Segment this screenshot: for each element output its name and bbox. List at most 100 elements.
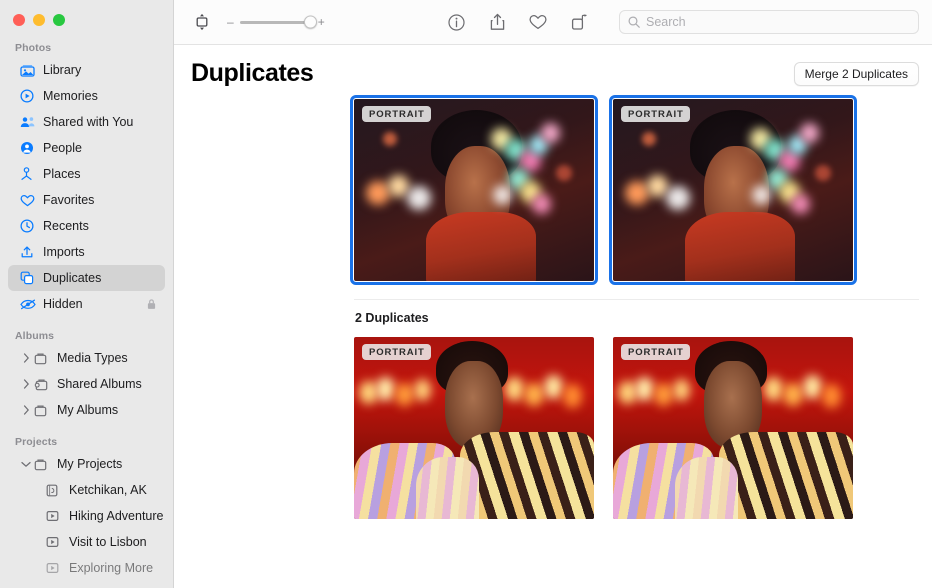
photo-art-woman-bokeh: [354, 99, 594, 281]
favorite-heart-icon[interactable]: [526, 10, 550, 34]
folder-icon: [34, 352, 53, 365]
photo-thumbnail[interactable]: PORTRAIT: [613, 337, 853, 519]
sidebar-item-ketchikan-ak[interactable]: Ketchikan, AK: [8, 477, 165, 503]
sidebar-item-imports[interactable]: Imports: [8, 239, 165, 265]
portrait-badge: PORTRAIT: [362, 106, 431, 122]
zoom-out-label[interactable]: –: [227, 16, 234, 28]
sidebar-item-label: Places: [43, 167, 81, 181]
photo-image: PORTRAIT: [354, 99, 594, 281]
duplicates-icon: [20, 271, 39, 285]
close-button[interactable]: [13, 14, 25, 26]
search-input[interactable]: [646, 15, 910, 29]
sidebar-item-places[interactable]: Places: [8, 161, 165, 187]
slideshow-icon: [46, 562, 65, 574]
sidebar-section-photos-title: Photos: [15, 42, 52, 54]
content-header: Duplicates Merge 2 Duplicates: [174, 45, 932, 88]
sidebar-item-label: Visit to Lisbon: [69, 535, 147, 549]
search-icon: [628, 16, 640, 28]
photo-image: PORTRAIT: [354, 337, 594, 519]
main-content: – + Search Duplicates Merge 2 Duplicates…: [174, 0, 932, 588]
sidebar-item-media-types[interactable]: Media Types: [8, 345, 165, 371]
view-options-icon[interactable]: [190, 10, 214, 34]
heart-icon: [20, 194, 39, 207]
sidebar-item-label: Shared with You: [43, 115, 134, 129]
rotate-icon[interactable]: [567, 10, 591, 34]
memories-icon: [20, 89, 39, 103]
photo-art-man-striped-sweater: [613, 337, 853, 519]
sidebar-item-exploring-more[interactable]: Exploring More: [8, 555, 165, 581]
photo-image: PORTRAIT: [613, 337, 853, 519]
sidebar-item-library[interactable]: Library: [8, 57, 165, 83]
sidebar-item-shared-albums[interactable]: Shared Albums: [8, 371, 165, 397]
sidebar-section-albums-title: Albums: [15, 330, 55, 342]
sidebar-item-hiking-adventure[interactable]: Hiking Adventure: [8, 503, 165, 529]
info-icon[interactable]: [444, 10, 468, 34]
portrait-badge: PORTRAIT: [621, 106, 690, 122]
zoom-slider[interactable]: – +: [227, 15, 325, 29]
photo-art-woman-bokeh: [613, 99, 853, 281]
sidebar-item-label: Library: [43, 63, 82, 77]
photo-thumbnail[interactable]: PORTRAIT: [350, 95, 598, 285]
duplicates-grid: PORTRAIT PORTRAIT 2 Duplicates PORTRAIT …: [174, 88, 932, 519]
zoom-slider-track[interactable]: [239, 15, 317, 29]
photo-thumbnail[interactable]: PORTRAIT: [354, 337, 594, 519]
sidebar-item-label: People: [43, 141, 82, 155]
sidebar-item-label: Duplicates: [43, 271, 102, 285]
chevron-right-icon[interactable]: [20, 397, 32, 423]
portrait-badge: PORTRAIT: [621, 344, 690, 360]
sidebar: Photos Library Memories Shared with You …: [0, 0, 174, 588]
toolbar: – +: [174, 0, 932, 45]
sidebar-item-duplicates[interactable]: Duplicates: [8, 265, 165, 291]
sidebar-item-favorites[interactable]: Favorites: [8, 187, 165, 213]
sidebar-item-visit-to-lisbon[interactable]: Visit to Lisbon: [8, 529, 165, 555]
chevron-right-icon[interactable]: [20, 345, 32, 371]
slideshow-icon: [46, 536, 65, 548]
zoom-slider-knob[interactable]: [303, 15, 317, 29]
sidebar-item-label: My Projects: [57, 457, 123, 471]
share-icon[interactable]: [485, 10, 509, 34]
library-icon: [20, 64, 39, 77]
search-field[interactable]: [619, 10, 919, 34]
portrait-badge: PORTRAIT: [362, 344, 431, 360]
zoom-in-label[interactable]: +: [318, 16, 325, 28]
shared-folder-icon: [34, 378, 53, 391]
clock-icon: [20, 219, 39, 233]
duplicate-group-row: PORTRAIT PORTRAIT: [174, 337, 932, 519]
sidebar-item-shared-with-you[interactable]: Shared with You: [8, 109, 165, 135]
shared-with-you-icon: [20, 116, 39, 128]
sidebar-item-memories[interactable]: Memories: [8, 83, 165, 109]
sidebar-item-my-projects[interactable]: My Projects: [8, 451, 165, 477]
sidebar-item-recents[interactable]: Recents: [8, 213, 165, 239]
people-icon: [20, 141, 39, 155]
duplicate-group-row: PORTRAIT PORTRAIT: [174, 95, 932, 285]
sidebar-item-label: Ketchikan, AK: [69, 483, 147, 497]
window-traffic-lights: [0, 0, 173, 36]
photos-window: Photos Library Memories Shared with You …: [0, 0, 932, 588]
sidebar-item-hidden[interactable]: Hidden: [8, 291, 165, 317]
book-project-icon: [46, 484, 65, 497]
duplicate-count-label: 2 Duplicates: [355, 311, 429, 325]
chevron-right-icon[interactable]: [20, 371, 32, 397]
places-icon: [20, 167, 39, 181]
chevron-down-icon[interactable]: [20, 451, 32, 477]
photo-image: PORTRAIT: [613, 99, 853, 281]
sidebar-item-label: My Albums: [57, 403, 119, 417]
sidebar-item-people[interactable]: People: [8, 135, 165, 161]
sidebar-item-my-albums[interactable]: My Albums: [8, 397, 165, 423]
toolbar-right-group: [444, 10, 919, 34]
sidebar-item-label: Media Types: [57, 351, 128, 365]
sidebar-item-label: Imports: [43, 245, 85, 259]
merge-duplicates-button[interactable]: Merge 2 Duplicates: [793, 61, 919, 86]
sidebar-item-label: Favorites: [43, 193, 95, 207]
sidebar-item-label: Hidden: [43, 297, 83, 311]
sidebar-item-label: Hiking Adventure: [69, 509, 164, 523]
sidebar-item-label: Recents: [43, 219, 89, 233]
sidebar-item-label: Shared Albums: [57, 377, 142, 391]
photo-thumbnail[interactable]: PORTRAIT: [609, 95, 857, 285]
zoom-button[interactable]: [53, 14, 65, 26]
sidebar-item-label: Exploring More: [69, 561, 154, 575]
photo-art-man-striped-sweater: [354, 337, 594, 519]
minimize-button[interactable]: [33, 14, 45, 26]
folder-icon: [34, 404, 53, 417]
hidden-eye-icon: [20, 298, 39, 310]
